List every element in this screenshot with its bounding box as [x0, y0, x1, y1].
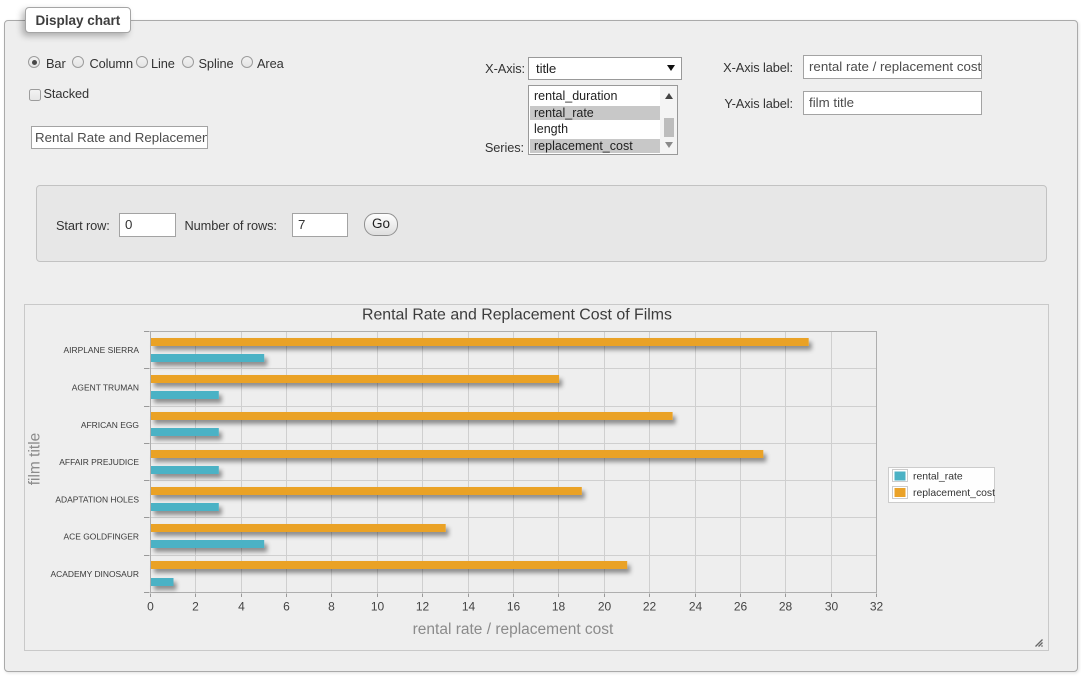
svg-text:Rental Rate and Replacement Co: Rental Rate and Replacement Cost of Film… — [362, 307, 672, 324]
svg-text:ADAPTATION HOLES: ADAPTATION HOLES — [55, 494, 139, 504]
svg-text:18: 18 — [552, 600, 566, 614]
svg-text:24: 24 — [689, 600, 703, 614]
svg-text:AFFAIR PREJUDICE: AFFAIR PREJUDICE — [59, 457, 139, 467]
svg-text:32: 32 — [870, 600, 884, 614]
svg-text:ACADEMY DINOSAUR: ACADEMY DINOSAUR — [51, 569, 139, 579]
svg-text:26: 26 — [734, 600, 748, 614]
svg-text:12: 12 — [416, 600, 430, 614]
svg-text:AFRICAN EGG: AFRICAN EGG — [81, 420, 139, 430]
svg-text:film title: film title — [27, 433, 44, 486]
svg-text:rental_rate: rental_rate — [913, 472, 963, 483]
svg-text:28: 28 — [779, 600, 793, 614]
svg-text:0: 0 — [147, 600, 154, 614]
svg-text:ACE GOLDFINGER: ACE GOLDFINGER — [64, 532, 139, 542]
svg-text:replacement_cost: replacement_cost — [913, 488, 995, 499]
svg-text:10: 10 — [371, 600, 385, 614]
svg-text:22: 22 — [643, 600, 657, 614]
svg-text:AGENT TRUMAN: AGENT TRUMAN — [72, 383, 139, 393]
svg-text:8: 8 — [328, 600, 335, 614]
svg-text:20: 20 — [598, 600, 612, 614]
svg-text:16: 16 — [507, 600, 521, 614]
svg-text:30: 30 — [825, 600, 839, 614]
svg-text:2: 2 — [192, 600, 199, 614]
svg-text:rental rate / replacement cost: rental rate / replacement cost — [413, 621, 614, 638]
svg-text:14: 14 — [462, 600, 476, 614]
svg-text:6: 6 — [283, 600, 290, 614]
svg-text:4: 4 — [238, 600, 245, 614]
svg-text:AIRPLANE SIERRA: AIRPLANE SIERRA — [64, 345, 140, 355]
